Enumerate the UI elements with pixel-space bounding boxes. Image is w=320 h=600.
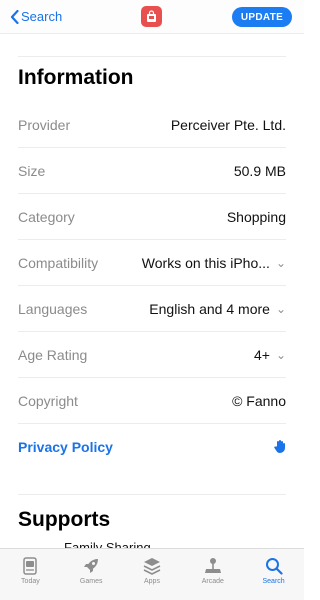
today-icon bbox=[23, 557, 38, 575]
info-value: Perceiver Pte. Ltd. bbox=[170, 116, 286, 133]
back-label: Search bbox=[21, 9, 63, 24]
app-icon bbox=[141, 6, 162, 27]
supports-heading: Supports bbox=[18, 508, 111, 531]
tab-search[interactable]: Search bbox=[245, 557, 303, 585]
tab-label: Apps bbox=[144, 578, 160, 585]
chevron-left-icon bbox=[10, 9, 19, 24]
info-value: Shopping bbox=[226, 208, 286, 225]
info-label: Size bbox=[18, 162, 46, 179]
tab-games[interactable]: Games bbox=[62, 557, 120, 585]
info-value: 4+ bbox=[253, 346, 270, 363]
rocket-icon bbox=[84, 559, 99, 573]
information-heading: Information bbox=[18, 66, 134, 89]
search-icon bbox=[265, 558, 283, 575]
info-label: Compatibility bbox=[18, 254, 99, 271]
tab-label: Arcade bbox=[201, 578, 224, 585]
apps-stack-icon bbox=[143, 558, 161, 575]
tab-bar: Today Games Apps Arcade Search bbox=[0, 548, 304, 600]
shopping-bag-icon bbox=[147, 10, 156, 22]
info-row-copyright: Copyright © Fanno bbox=[18, 378, 286, 424]
info-row-size: Size 50.9 MB bbox=[18, 148, 286, 194]
info-value: Works on this iPho... bbox=[141, 254, 270, 271]
info-value: 50.9 MB bbox=[233, 162, 286, 179]
tab-label: Today bbox=[21, 578, 40, 585]
chevron-down-icon[interactable]: ⌄ bbox=[276, 302, 286, 316]
info-label: Copyright bbox=[18, 392, 78, 409]
tab-label: Games bbox=[79, 578, 103, 585]
info-row-age-rating[interactable]: Age Rating 4+ ⌄ bbox=[18, 332, 286, 378]
info-row-category: Category Shopping bbox=[18, 194, 286, 240]
info-value: English and 4 more bbox=[149, 300, 270, 317]
info-row-languages[interactable]: Languages English and 4 more ⌄ bbox=[18, 286, 286, 332]
info-label: Provider bbox=[18, 116, 71, 133]
divider bbox=[18, 56, 286, 57]
tab-apps[interactable]: Apps bbox=[123, 557, 181, 585]
tab-arcade[interactable]: Arcade bbox=[184, 557, 242, 585]
privacy-policy-label[interactable]: Privacy Policy bbox=[18, 439, 113, 455]
divider bbox=[18, 494, 286, 495]
update-button[interactable]: UPDATE bbox=[232, 7, 292, 27]
chevron-down-icon[interactable]: ⌄ bbox=[276, 348, 286, 362]
tab-today[interactable]: Today bbox=[1, 557, 59, 585]
hand-icon[interactable] bbox=[274, 439, 286, 456]
tab-label: Search bbox=[262, 578, 285, 585]
info-label: Languages bbox=[18, 300, 88, 317]
info-label: Age Rating bbox=[18, 346, 88, 363]
privacy-policy-link[interactable]: Privacy Policy bbox=[18, 424, 286, 470]
chevron-down-icon[interactable]: ⌄ bbox=[276, 256, 286, 270]
back-button[interactable]: Search bbox=[10, 9, 62, 24]
info-row-provider: Provider Perceiver Pte. Ltd. bbox=[18, 102, 286, 148]
info-row-compatibility[interactable]: Compatibility Works on this iPho... ⌄ bbox=[18, 240, 286, 286]
info-value: © Fanno bbox=[232, 392, 286, 409]
information-list: Provider Perceiver Pte. Ltd. Size 50.9 M… bbox=[18, 102, 286, 470]
info-label: Category bbox=[18, 208, 75, 225]
joystick-icon bbox=[204, 558, 221, 573]
top-navigation-bar: Search UPDATE bbox=[0, 0, 304, 34]
